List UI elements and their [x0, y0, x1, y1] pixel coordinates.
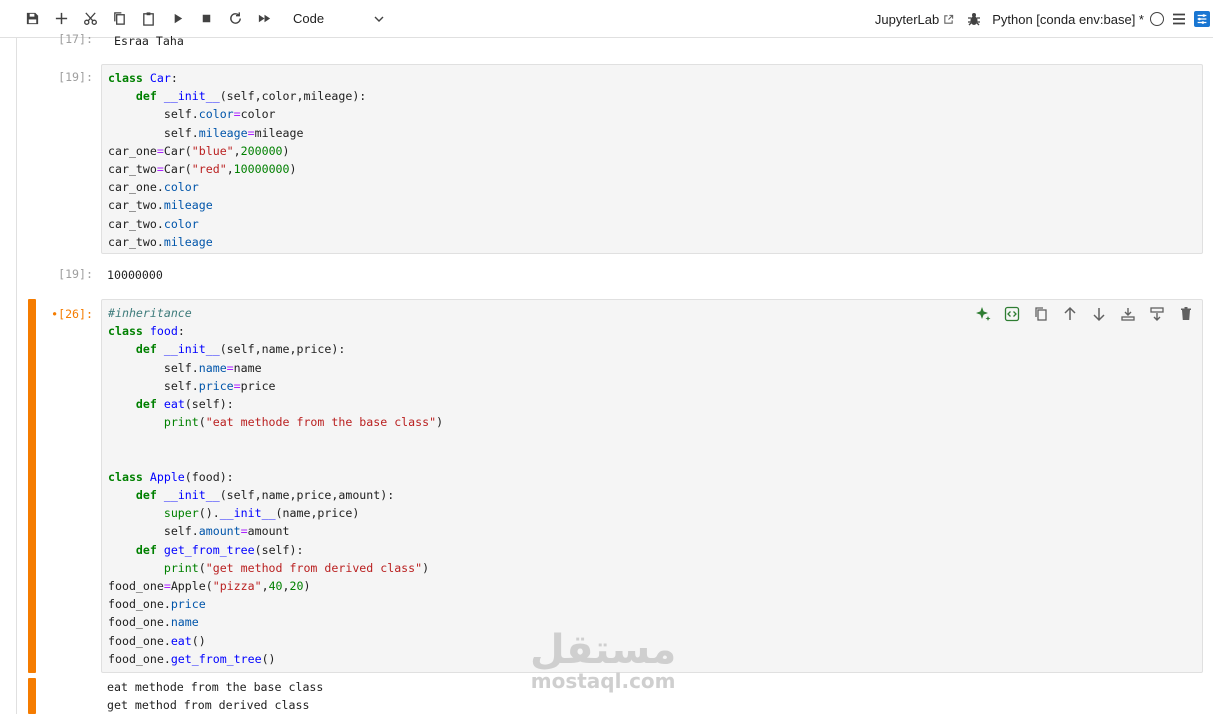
run-button[interactable] — [163, 5, 192, 33]
sliders-icon — [1197, 14, 1207, 24]
format-code-button[interactable] — [997, 302, 1026, 326]
scissors-icon — [84, 12, 97, 25]
output-prompt: [19]: — [58, 267, 93, 281]
clipboard-icon — [143, 12, 154, 26]
open-in-jupyterlab-link[interactable]: JupyterLab — [875, 12, 954, 27]
code-brackets-icon — [1004, 306, 1019, 322]
plus-icon — [55, 12, 68, 25]
sparkle-icon — [975, 307, 990, 321]
save-button[interactable] — [18, 5, 47, 33]
output-text: Esraa Taha — [114, 34, 184, 48]
paste-button[interactable] — [134, 5, 163, 33]
duplicate-cell-button[interactable] — [1026, 302, 1055, 326]
debugger-bug-icon[interactable] — [966, 11, 982, 27]
cut-button[interactable] — [76, 5, 105, 33]
output-prompt: [17]: — [58, 32, 93, 46]
insert-above-icon — [1120, 308, 1135, 321]
external-link-icon — [944, 14, 954, 24]
duplicate-icon — [1034, 307, 1047, 321]
chevron-down-icon — [374, 16, 384, 22]
copy-button[interactable] — [105, 5, 134, 33]
trash-icon — [1180, 307, 1191, 320]
arrow-down-icon — [1092, 308, 1105, 322]
insert-above-button[interactable] — [1113, 302, 1142, 326]
restart-run-all-button[interactable] — [250, 5, 279, 33]
input-prompt: [19]: — [58, 70, 93, 84]
fast-forward-icon — [258, 14, 271, 23]
cell-type-value: Code — [293, 11, 325, 26]
insert-cell-button[interactable] — [47, 5, 76, 33]
move-down-button[interactable] — [1084, 302, 1113, 326]
menu-icon[interactable] — [1172, 12, 1186, 26]
refresh-icon — [230, 12, 241, 24]
kernel-name[interactable]: Python [conda env:base] * — [992, 12, 1144, 27]
delete-cell-button[interactable] — [1171, 302, 1200, 326]
output-line: eat methode from the base class — [107, 680, 324, 694]
interrupt-button[interactable] — [192, 5, 221, 33]
stop-icon — [202, 14, 211, 23]
copy-icon — [114, 12, 125, 25]
property-inspector-icon[interactable] — [1194, 11, 1210, 27]
play-icon — [174, 13, 183, 24]
watermark: مستقل mostaql.com — [530, 630, 676, 692]
kernel-status-circle-icon — [1150, 12, 1164, 26]
restart-button[interactable] — [221, 5, 250, 33]
move-up-button[interactable] — [1055, 302, 1084, 326]
ai-assist-button[interactable] — [968, 302, 997, 326]
code-editor-car[interactable]: class Car: def __init__(self,color,milea… — [101, 64, 1203, 254]
watermark-arabic: مستقل — [530, 627, 677, 673]
output-text: 10000000 — [107, 268, 163, 282]
arrow-up-icon — [1063, 306, 1076, 320]
input-prompt-active: •[26]: — [51, 307, 93, 321]
cell-toolbar — [968, 302, 1200, 326]
output-collapser[interactable] — [28, 678, 36, 714]
insert-below-icon — [1149, 307, 1164, 321]
cell-output: eat methode from the base class get metho… — [107, 678, 323, 714]
insert-below-button[interactable] — [1142, 302, 1171, 326]
output-line: get method from derived class — [107, 698, 310, 713]
jupyterlab-label: JupyterLab — [874, 11, 940, 27]
watermark-latin: mostaql.com — [530, 669, 676, 693]
code-editor-food[interactable]: #inheritance class food: def __init__(se… — [101, 299, 1203, 673]
cell-collapser[interactable] — [28, 299, 36, 673]
save-icon — [26, 12, 39, 25]
notebook-panel: [17]: Esraa Taha [19]: class Car: def __… — [16, 32, 1213, 714]
cell-type-select[interactable]: Code — [293, 11, 385, 26]
